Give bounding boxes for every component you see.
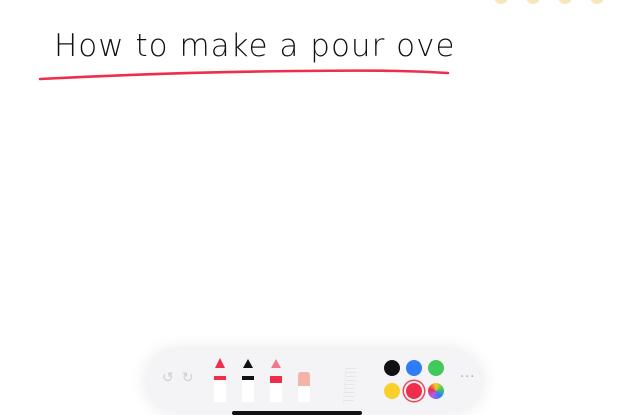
pen-body: [214, 376, 226, 402]
marker-tool[interactable]: [242, 359, 254, 402]
eraser-icon: [298, 372, 310, 386]
window-dot: [558, 0, 572, 4]
undo-redo-group: ↺ ↻: [162, 370, 193, 386]
marker-tip-icon: [243, 359, 253, 368]
eraser-tool[interactable]: [298, 362, 310, 402]
tool-palette: ↺ ↻ ···: [146, 350, 482, 412]
pen-tip-icon: [215, 358, 225, 368]
pen-tool[interactable]: [214, 358, 226, 402]
highlighter-tool[interactable]: [270, 359, 282, 402]
highlighter-tip-icon: [271, 359, 281, 368]
color-swatch-black[interactable]: [384, 360, 400, 376]
window-dot: [590, 0, 604, 4]
undo-icon[interactable]: ↺: [162, 370, 174, 386]
color-swatches: [384, 360, 445, 400]
marker-body: [242, 376, 254, 402]
more-options-button[interactable]: ···: [460, 370, 475, 385]
note-canvas[interactable]: How to make a pour over ↺ ↻ ···: [0, 0, 644, 415]
color-swatch-green[interactable]: [428, 360, 444, 376]
home-indicator: [232, 411, 362, 415]
color-swatch-yellow[interactable]: [384, 383, 400, 399]
color-swatch-blue[interactable]: [406, 360, 422, 376]
ruler-tool[interactable]: [342, 368, 357, 404]
color-picker-multicolor-icon[interactable]: [428, 383, 444, 399]
title-underline: [38, 69, 450, 81]
window-dot: [526, 0, 540, 4]
window-controls: [494, 0, 604, 4]
color-swatch-red[interactable]: [406, 383, 422, 399]
title-text: How to make a pour over: [54, 28, 452, 64]
handwritten-title: How to make a pour over: [54, 28, 452, 64]
window-dot: [494, 0, 508, 4]
highlighter-body: [270, 376, 282, 402]
redo-icon[interactable]: ↻: [182, 370, 194, 386]
